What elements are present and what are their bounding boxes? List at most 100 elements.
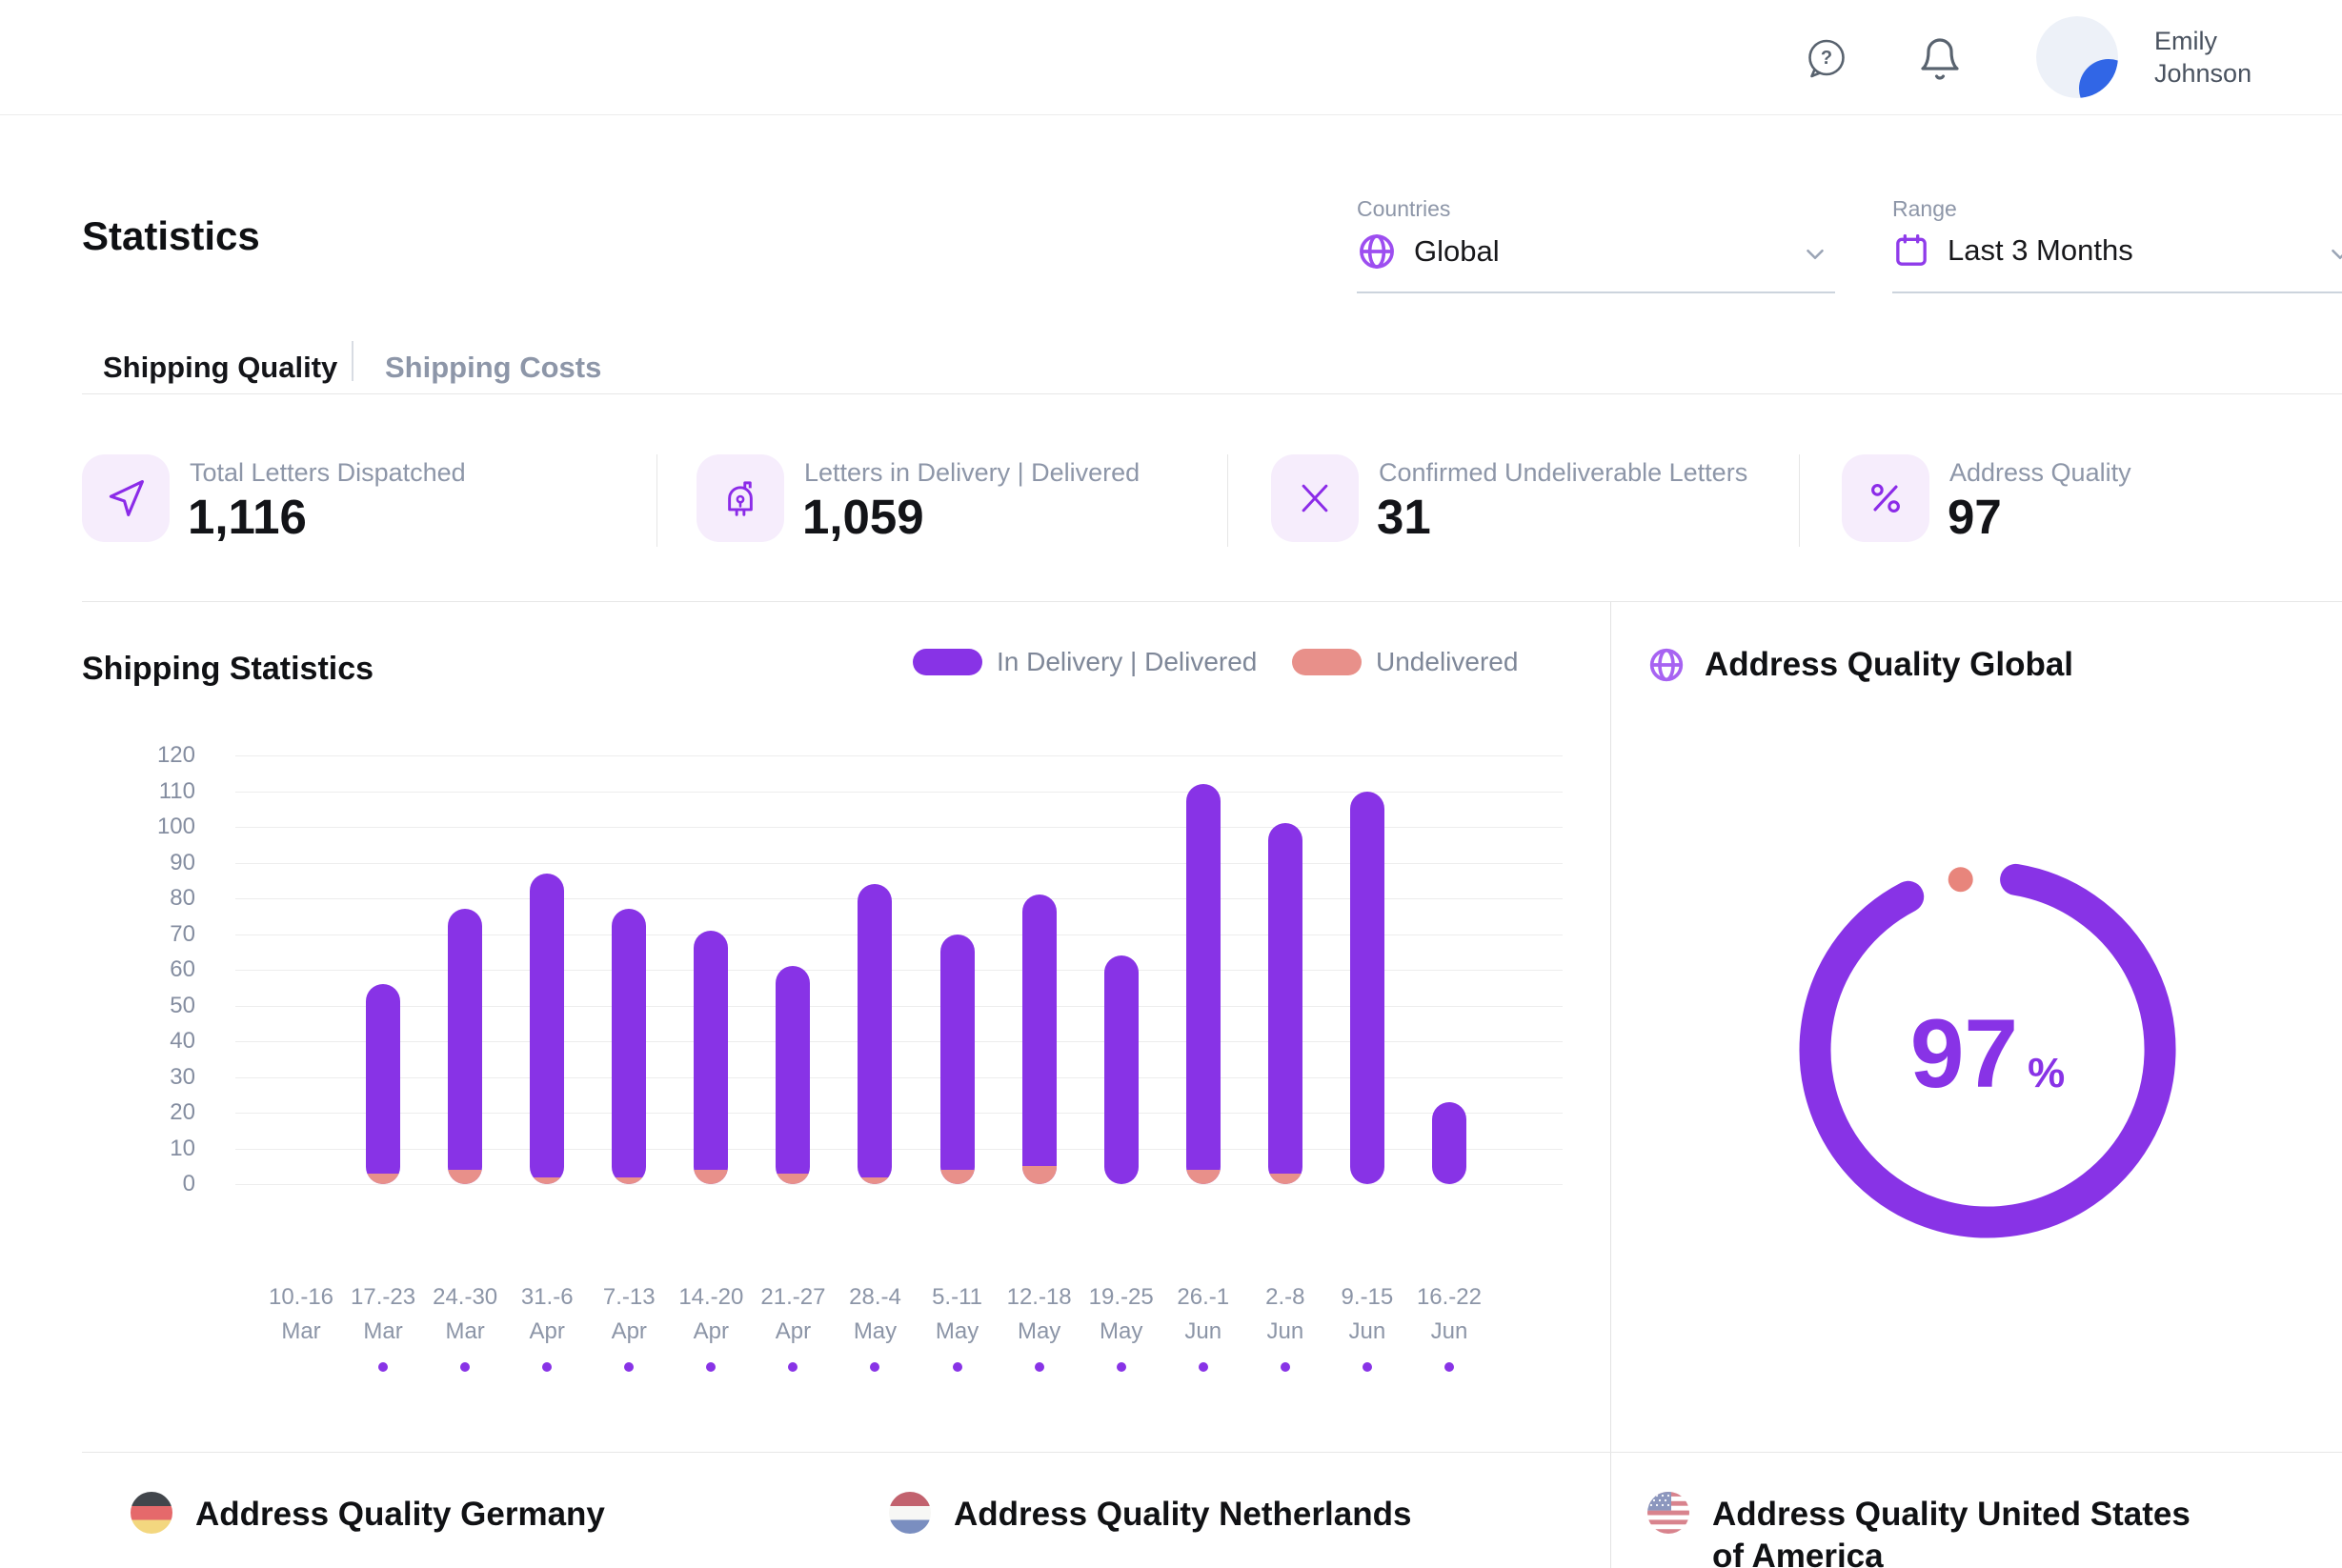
x-axis-tick-label: 9.-15Jun	[1308, 1280, 1426, 1349]
bar-7.-13-apr[interactable]	[612, 909, 646, 1184]
bar-undelivered-segment	[858, 1177, 892, 1185]
y-axis-tick-label: 10	[91, 1136, 195, 1162]
avatar[interactable]	[2036, 16, 2118, 98]
range-select[interactable]: Range Last 3 Months	[1892, 191, 2342, 293]
tab-separator	[352, 341, 353, 381]
netherlands-flag-icon	[889, 1492, 931, 1534]
bar-2.-8-jun[interactable]	[1268, 823, 1302, 1184]
y-axis-tick-label: 60	[91, 956, 195, 983]
x-axis-dot	[542, 1362, 552, 1372]
bar-21.-27-apr[interactable]	[776, 966, 810, 1184]
help-button[interactable]: ?	[1802, 34, 1851, 84]
bar-undelivered-segment	[1268, 1174, 1302, 1184]
x-axis-dot	[1117, 1362, 1126, 1372]
countries-select[interactable]: Countries Global	[1357, 191, 1835, 293]
chevron-down-icon	[2326, 240, 2342, 269]
send-icon	[105, 477, 147, 519]
x-axis-dot	[788, 1362, 797, 1372]
stat-icon-box	[1271, 454, 1359, 542]
divider	[82, 601, 2342, 602]
bar-undelivered-segment	[1186, 1170, 1221, 1184]
user-last-name: Johnson	[2154, 57, 2251, 90]
divider	[82, 1452, 2342, 1453]
x-axis-tick-label: 2.-8Jun	[1226, 1280, 1344, 1349]
grid-line	[235, 755, 1563, 756]
tab-shipping-quality[interactable]: Shipping Quality	[103, 351, 337, 385]
x-axis-tick-label: 28.-4May	[816, 1280, 934, 1349]
legend-swatch-undelivered	[1292, 649, 1362, 675]
y-axis-tick-label: 50	[91, 993, 195, 1019]
x-axis-tick-label: 16.-22Jun	[1390, 1280, 1508, 1349]
y-axis-tick-label: 90	[91, 850, 195, 876]
mailbox-icon	[719, 477, 761, 519]
y-axis-tick-label: 110	[91, 778, 195, 805]
bar-28.-4-may[interactable]	[858, 884, 892, 1184]
calendar-icon	[1892, 231, 1930, 270]
range-select-label: Range	[1892, 196, 2342, 222]
stat-icon-box	[82, 454, 170, 542]
stat-value: 31	[1377, 489, 1431, 545]
grid-line	[235, 1184, 1563, 1185]
x-axis-tick-label: 5.-11May	[898, 1280, 1017, 1349]
address-quality-netherlands-header: Address Quality Netherlands	[889, 1492, 1411, 1536]
address-quality-global-title: Address Quality Global	[1705, 646, 2073, 684]
bar-undelivered-segment	[448, 1170, 482, 1184]
y-axis-tick-label: 30	[91, 1064, 195, 1091]
bar-16.-22-jun[interactable]	[1432, 1102, 1466, 1184]
x-axis-tick-label: 17.-23Mar	[324, 1280, 442, 1349]
x-axis-tick-label: 21.-27Apr	[734, 1280, 852, 1349]
address-quality-germany-header: Address Quality Germany	[131, 1492, 605, 1536]
address-quality-germany-title: Address Quality Germany	[195, 1494, 605, 1536]
x-axis-dot	[1281, 1362, 1290, 1372]
globe-icon	[1647, 646, 1686, 684]
bar-9.-15-jun[interactable]	[1350, 792, 1384, 1185]
x-axis-tick-label: 19.-25May	[1062, 1280, 1181, 1349]
y-axis-tick-label: 80	[91, 885, 195, 912]
stat-value: 1,059	[802, 489, 924, 545]
avatar-image	[2036, 16, 2118, 98]
stat-icon-box	[1842, 454, 1929, 542]
bar-undelivered-segment	[530, 1177, 564, 1185]
bar-24.-30-mar[interactable]	[448, 909, 482, 1184]
x-axis-tick-label: 14.-20Apr	[652, 1280, 770, 1349]
address-quality-netherlands-title: Address Quality Netherlands	[954, 1494, 1411, 1536]
bar-14.-20-apr[interactable]	[694, 931, 728, 1184]
bar-5.-11-may[interactable]	[940, 935, 975, 1185]
user-first-name: Emily	[2154, 25, 2251, 57]
legend-label-undelivered: Undelivered	[1376, 649, 1518, 675]
tab-shipping-costs[interactable]: Shipping Costs	[385, 351, 601, 385]
y-axis-tick-label: 120	[91, 742, 195, 769]
donut-unit: %	[2028, 1050, 2065, 1096]
stat-label: Address Quality	[1949, 458, 2131, 488]
divider	[656, 454, 657, 547]
range-select-value: Last 3 Months	[1948, 233, 2133, 268]
divider	[1799, 454, 1800, 547]
germany-flag-icon	[131, 1492, 172, 1534]
x-axis-tick-label: 31.-6Apr	[488, 1280, 606, 1349]
x-icon	[1294, 477, 1336, 519]
bar-12.-18-may[interactable]	[1022, 895, 1057, 1184]
x-axis-tick-label: 7.-13Apr	[570, 1280, 688, 1349]
chevron-down-icon	[1801, 240, 1829, 269]
countries-select-label: Countries	[1357, 196, 1835, 222]
bar-undelivered-segment	[776, 1174, 810, 1184]
legend-label-delivered: In Delivery | Delivered	[997, 649, 1257, 675]
bar-31.-6-apr[interactable]	[530, 874, 564, 1184]
bar-17.-23-mar[interactable]	[366, 984, 400, 1184]
stat-value: 1,116	[188, 489, 307, 545]
stat-icon-box	[697, 454, 784, 542]
x-axis-dot	[1199, 1362, 1208, 1372]
top-bar: ? Emily Johnson	[0, 0, 2342, 115]
divider	[1227, 454, 1228, 547]
statistics-page: ? Emily Johnson Statistics Countries	[0, 0, 2342, 1568]
x-axis-dot	[1444, 1362, 1454, 1372]
notifications-button[interactable]	[1917, 36, 1963, 82]
stat-label: Confirmed Undeliverable Letters	[1379, 458, 1747, 488]
user-name: Emily Johnson	[2154, 25, 2251, 90]
chart-title: Shipping Statistics	[82, 651, 374, 688]
donut-gap-dot	[1948, 867, 1973, 892]
bar-26.-1-jun[interactable]	[1186, 784, 1221, 1184]
bar-19.-25-may[interactable]	[1104, 955, 1139, 1184]
stat-label: Total Letters Dispatched	[190, 458, 466, 488]
usa-flag-icon	[1647, 1492, 1689, 1534]
